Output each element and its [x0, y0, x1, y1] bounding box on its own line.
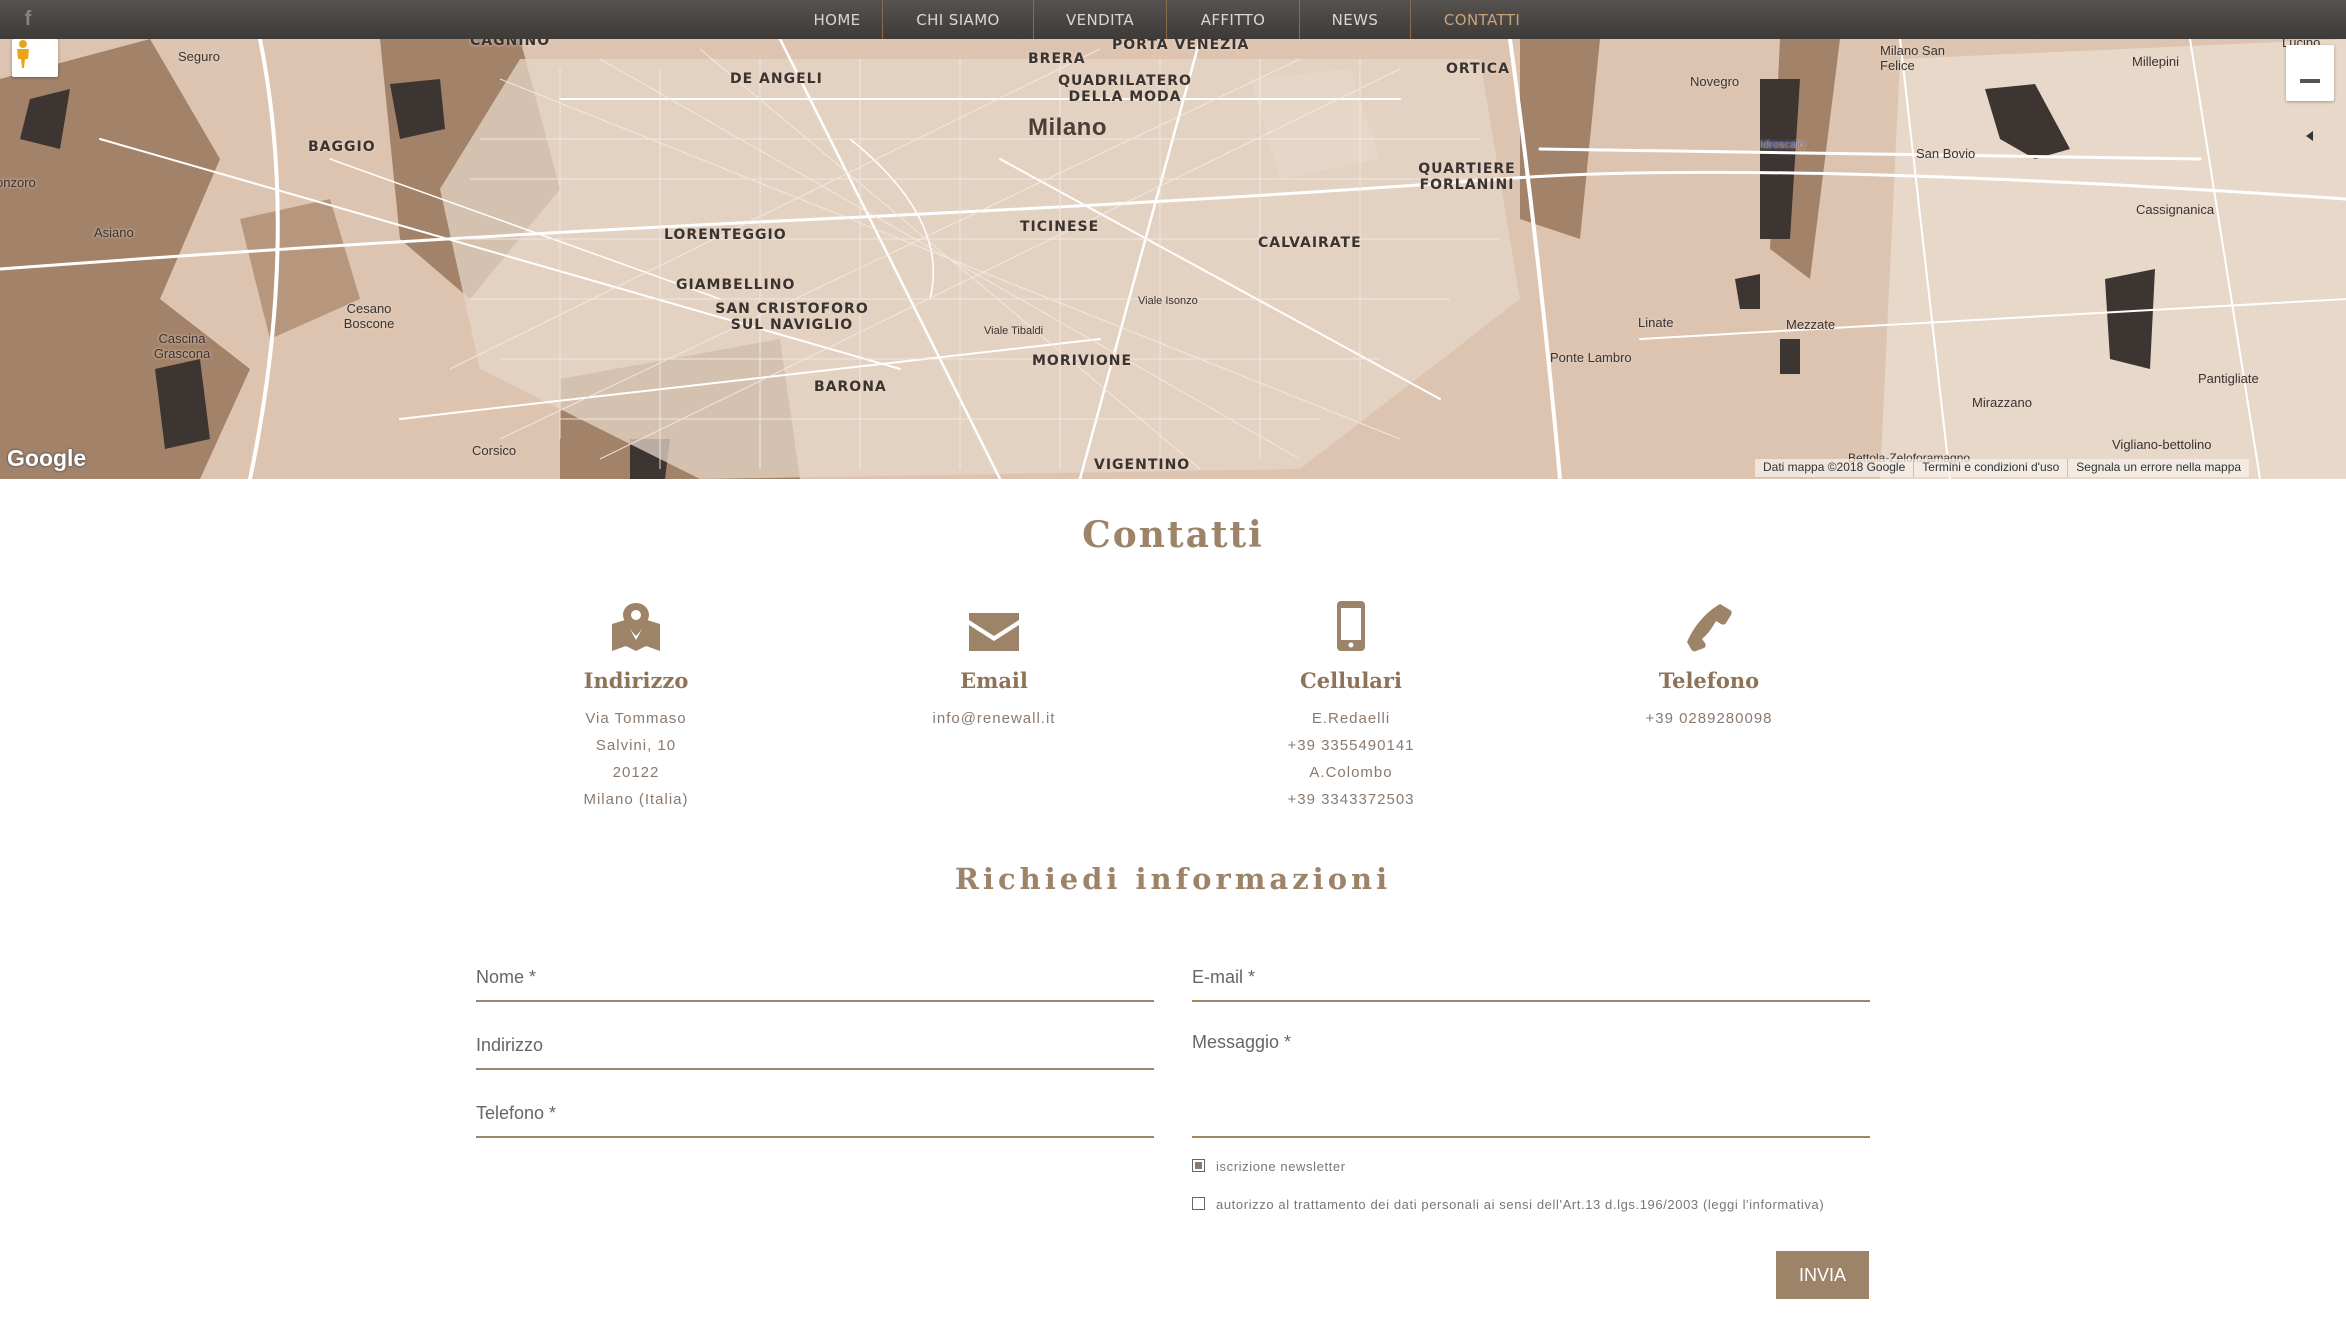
address-field-placeholder: Indirizzo [476, 1035, 544, 1055]
phone-field-placeholder: Telefono * [476, 1103, 557, 1123]
mobile-number[interactable]: +39 3355490141 [1216, 732, 1486, 759]
map-label: Novegro [1690, 74, 1740, 89]
nav-item-vendita[interactable]: VENDITA [1033, 0, 1166, 39]
map-label: Corsico [472, 443, 517, 458]
map-label: onzoro [0, 175, 36, 190]
newsletter-checkbox[interactable] [1192, 1159, 1205, 1172]
map-attribution: Dati mappa ©2018 Google Termini e condiz… [1755, 459, 2250, 477]
name-field-placeholder: Nome * [476, 967, 537, 987]
privacy-label: autorizzo al trattamento dei dati person… [1216, 1197, 1825, 1212]
caret-left-icon[interactable] [2306, 131, 2313, 141]
map-label: GIAMBELLINO [676, 277, 796, 293]
email-heading: Email [960, 668, 1028, 693]
main-nav: HOME CHI SIAMO VENDITA AFFITTO NEWS CONT… [792, 0, 1553, 39]
terms-link[interactable]: Termini e condizioni d'uso [1913, 459, 2067, 477]
street-view-button[interactable] [12, 39, 58, 77]
phone-icon [1687, 604, 1732, 652]
contact-title: Contatti [1082, 514, 1264, 556]
mobile-phone-icon [1337, 601, 1365, 651]
map-label: Milano San Felice [1880, 43, 1946, 73]
address-line: Salvini, 10 [595, 737, 677, 754]
map-label: BAGGIO [308, 139, 376, 155]
contact-column-address: Indirizzo Via Tommaso Salvini, 10 20122 … [501, 596, 771, 813]
address-line: Via Tommaso [585, 710, 687, 727]
map-label: CALVAIRATE [1258, 235, 1362, 251]
address-line: 20122 [612, 764, 660, 781]
address-heading: Indirizzo [583, 668, 689, 693]
map-label: QUARTIERE FORLANINI [1418, 161, 1516, 193]
map-label: Linate [1638, 315, 1674, 330]
map-label: Idroscalo [1760, 139, 1805, 151]
envelope-icon [969, 613, 1019, 651]
map-label: Millepini [2132, 54, 2179, 69]
mobile-number[interactable]: +39 3343372503 [1216, 786, 1486, 813]
privacy-checkbox[interactable] [1192, 1197, 1205, 1210]
nav-item-home[interactable]: HOME [792, 0, 882, 39]
google-map[interactable]: Seguro CAGNINO DE ANGELI BRERA PORTA VEN… [0, 39, 2346, 479]
contact-column-phone: Telefono +39 0289280098 [1574, 596, 1844, 732]
map-label: SAN CRISTOFORO SUL NAVIGLIO [715, 301, 869, 333]
contact-column-mobile: Cellulari E.Redaelli +39 3355490141 A.Co… [1216, 596, 1486, 813]
submit-button[interactable]: INVIA [1776, 1251, 1869, 1299]
newsletter-option: iscrizione newsletter [1192, 1157, 1856, 1176]
map-label: BARONA [814, 379, 887, 395]
map-label: LORENTEGGIO [664, 227, 787, 243]
facebook-icon[interactable]: f [18, 7, 38, 31]
map-background [0, 39, 2346, 479]
map-label: Mezzate [1786, 317, 1836, 332]
map-label: PORTA VENEZIA [1112, 39, 1250, 53]
top-navbar: f HOME CHI SIAMO VENDITA AFFITTO NEWS CO… [0, 0, 2346, 39]
map-label: Asiano [94, 225, 134, 240]
zoom-out-icon [2300, 79, 2320, 83]
map-label: MORIVIONE [1032, 353, 1133, 369]
message-field-placeholder: Messaggio * [1192, 1032, 1292, 1052]
map-data-credit: Dati mappa ©2018 Google [1763, 460, 1906, 474]
map-label: Ponte Lambro [1550, 350, 1632, 365]
map-label: QUADRILATERO DELLA MODA [1058, 73, 1192, 105]
mobile-contact-name: E.Redaelli [1311, 710, 1391, 727]
privacy-option: autorizzo al trattamento dei dati person… [1192, 1195, 1856, 1214]
map-label: Vigliano-bettolino [2112, 437, 2212, 452]
map-pin-icon [612, 603, 660, 651]
report-error-link[interactable]: Segnala un errore nella mappa [2067, 459, 2249, 477]
zoom-out-button[interactable] [2286, 45, 2334, 101]
map-label: Seguro [178, 49, 220, 64]
mobile-contact-name: A.Colombo [1309, 764, 1393, 781]
email-link[interactable]: info@renewall.it [859, 705, 1129, 732]
phone-number[interactable]: +39 0289280098 [1574, 705, 1844, 732]
name-field[interactable]: Nome * [476, 950, 1154, 1002]
map-city-label: Milano [1028, 114, 1107, 141]
email-field[interactable]: E-mail * [1192, 950, 1870, 1002]
map-label: Viale Isonzo [1138, 295, 1198, 307]
contact-column-email: Email info@renewall.it [859, 596, 1129, 732]
address-line: Milano (Italia) [583, 791, 689, 808]
map-label: Mirazzano [1972, 395, 2032, 410]
nav-item-affitto[interactable]: AFFITTO [1166, 0, 1299, 39]
phone-field[interactable]: Telefono * [476, 1086, 1154, 1138]
address-field[interactable]: Indirizzo [476, 1018, 1154, 1070]
mobile-heading: Cellulari [1300, 668, 1402, 693]
pegman-icon [17, 40, 29, 68]
form-title: Richiedi informazioni [954, 862, 1392, 896]
nav-item-chi-siamo[interactable]: CHI SIAMO [882, 0, 1033, 39]
email-field-placeholder: E-mail * [1192, 967, 1256, 987]
phone-heading: Telefono [1658, 668, 1760, 693]
newsletter-label: iscrizione newsletter [1216, 1159, 1346, 1174]
message-field[interactable]: Messaggio * [1192, 1018, 1870, 1138]
map-label: Cascina Grascona [153, 331, 211, 361]
nav-item-contatti[interactable]: CONTATTI [1410, 0, 1553, 39]
map-label: San Bovio [1916, 146, 1976, 161]
nav-item-news[interactable]: NEWS [1299, 0, 1410, 39]
map-label: Cassignanica [2136, 202, 2215, 217]
map-label: BRERA [1028, 51, 1086, 67]
map-label: CAGNINO [470, 39, 551, 49]
map-label: VIGENTINO [1094, 457, 1191, 473]
map-label: DE ANGELI [730, 71, 823, 87]
map-label: ORTICA [1446, 61, 1510, 77]
map-label: Pantigliate [2198, 371, 2259, 386]
google-logo: Google [7, 445, 87, 471]
map-label: Viale Tibaldi [984, 325, 1044, 337]
map-label: TICINESE [1020, 219, 1100, 235]
map-label: Cesano Boscone [343, 301, 395, 331]
